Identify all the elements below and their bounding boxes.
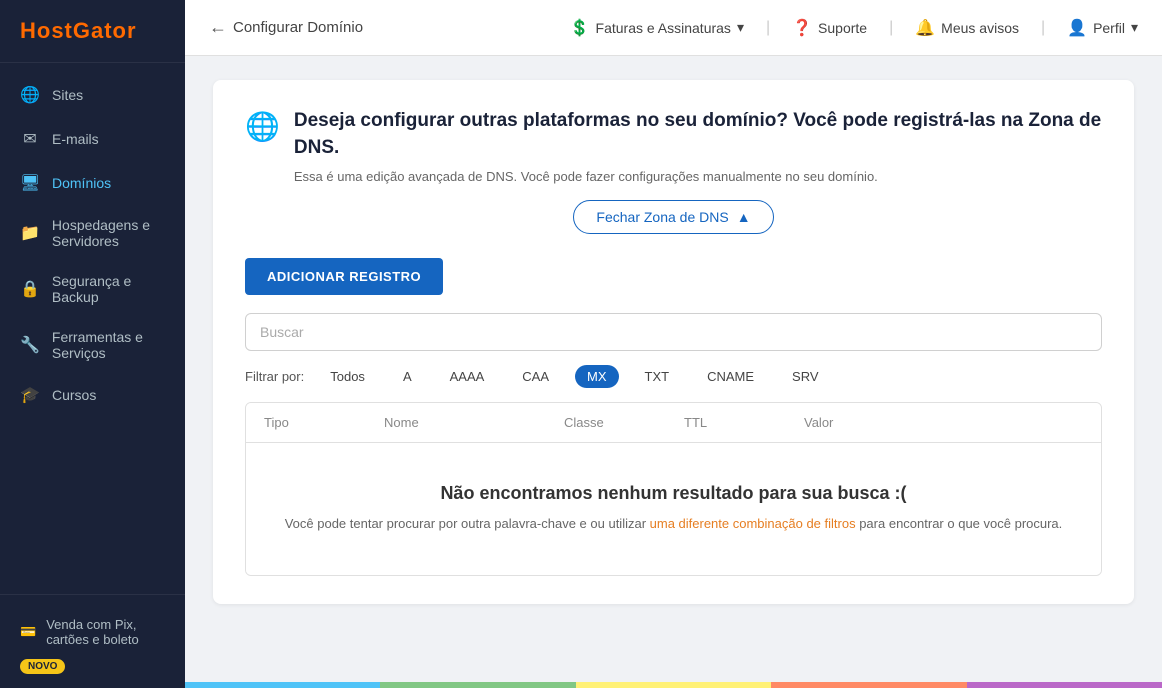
user-icon: 👤 — [1067, 18, 1087, 38]
sidebar-label-emails: E-mails — [52, 131, 99, 147]
suporte-icon: ❓ — [792, 18, 812, 38]
sidebar-label-seguranca: Segurança e Backup — [52, 273, 165, 305]
divider1: | — [766, 19, 770, 37]
empty-message: Você pode tentar procurar por outra pala… — [266, 514, 1081, 535]
dns-zone-btn-wrap: Fechar Zona de DNS ▲ — [245, 200, 1102, 234]
filter-chip-aaaa[interactable]: AAAA — [438, 365, 497, 388]
sidebar-item-hospedagens[interactable]: 📁 Hospedagens e Servidores — [0, 205, 185, 261]
sites-icon: 🌐 — [20, 85, 40, 105]
back-arrow-icon: ← — [209, 17, 227, 38]
sidebar-item-seguranca[interactable]: 🔒 Segurança e Backup — [0, 261, 185, 317]
sidebar-promo-item[interactable]: 💳 Venda com Pix, cartões e boleto — [20, 609, 165, 655]
footer-seg-4 — [771, 682, 966, 688]
add-record-button[interactable]: ADICIONAR REGISTRO — [245, 258, 443, 295]
dns-table: Tipo Nome Classe TTL Valor Não encontram… — [245, 402, 1102, 576]
footer-seg-1 — [185, 682, 380, 688]
filter-chip-caa[interactable]: CAA — [510, 365, 561, 388]
faturas-chevron-icon: ▾ — [737, 19, 744, 36]
novo-badge: NOVO — [20, 659, 65, 674]
topbar-actions: 💲 Faturas e Assinaturas ▾ | ❓ Suporte | … — [570, 18, 1138, 38]
app-logo: HostGator — [0, 0, 185, 63]
sidebar-label-ferramentas: Ferramentas e Serviços — [52, 329, 165, 361]
sidebar-item-cursos[interactable]: 🎓 Cursos — [0, 373, 185, 417]
perfil-label: Perfil — [1093, 20, 1125, 36]
footer-seg-2 — [380, 682, 575, 688]
content-area: 🌐 Deseja configurar outras plataformas n… — [185, 56, 1162, 682]
close-dns-zone-label: Fechar Zona de DNS — [596, 209, 728, 225]
divider3: | — [1041, 19, 1045, 37]
globe-icon: 🌐 — [245, 110, 280, 143]
seguranca-icon: 🔒 — [20, 279, 40, 299]
col-valor: Valor — [804, 415, 1083, 430]
footer-bar — [185, 682, 1162, 688]
filter-chip-txt[interactable]: TXT — [633, 365, 682, 388]
sidebar: HostGator 🌐 Sites ✉ E-mails 🖥 Domínios 📁… — [0, 0, 185, 688]
sidebar-item-emails[interactable]: ✉ E-mails — [0, 117, 185, 161]
faturas-label: Faturas e Assinaturas — [596, 20, 731, 36]
sidebar-item-dominios[interactable]: 🖥 Domínios — [0, 161, 185, 205]
avisos-label: Meus avisos — [941, 20, 1019, 36]
filter-label: Filtrar por: — [245, 369, 304, 384]
col-nome: Nome — [384, 415, 564, 430]
ferramentas-icon: 🔧 — [20, 335, 40, 355]
faturas-action[interactable]: 💲 Faturas e Assinaturas ▾ — [570, 18, 744, 38]
sidebar-label-hospedagens: Hospedagens e Servidores — [52, 217, 165, 249]
col-tipo: Tipo — [264, 415, 384, 430]
filter-chip-cname[interactable]: CNAME — [695, 365, 766, 388]
perfil-chevron-icon: ▾ — [1131, 19, 1138, 36]
emails-icon: ✉ — [20, 129, 40, 149]
footer-seg-3 — [576, 682, 771, 688]
empty-title: Não encontramos nenhum resultado para su… — [266, 483, 1081, 504]
divider2: | — [889, 19, 893, 37]
table-empty-state: Não encontramos nenhum resultado para su… — [246, 443, 1101, 575]
search-wrap — [245, 313, 1102, 351]
suporte-label: Suporte — [818, 20, 867, 36]
back-button[interactable]: ← Configurar Domínio — [209, 17, 363, 38]
sidebar-item-sites[interactable]: 🌐 Sites — [0, 73, 185, 117]
chevron-up-icon: ▲ — [737, 209, 751, 225]
col-ttl: TTL — [684, 415, 804, 430]
logo-text: HostGator — [20, 18, 137, 43]
footer-seg-5 — [967, 682, 1162, 688]
perfil-action[interactable]: 👤 Perfil ▾ — [1067, 18, 1138, 38]
table-header: Tipo Nome Classe TTL Valor — [246, 403, 1101, 443]
filter-bar: Filtrar por: TodosAAAAACAAMXTXTCNAMESRV — [245, 365, 1102, 388]
filter-chip-mx[interactable]: MX — [575, 365, 619, 388]
banner-title: Deseja configurar outras plataformas no … — [294, 108, 1102, 161]
bell-icon: 🔔 — [915, 18, 935, 38]
sidebar-item-ferramentas[interactable]: 🔧 Ferramentas e Serviços — [0, 317, 185, 373]
sidebar-label-sites: Sites — [52, 87, 83, 103]
filter-chip-a[interactable]: A — [391, 365, 424, 388]
main-area: ← Configurar Domínio 💲 Faturas e Assinat… — [185, 0, 1162, 688]
cursos-icon: 🎓 — [20, 385, 40, 405]
topbar: ← Configurar Domínio 💲 Faturas e Assinat… — [185, 0, 1162, 56]
search-input[interactable] — [245, 313, 1102, 351]
filter-chip-todos[interactable]: Todos — [318, 365, 377, 388]
promo-label: Venda com Pix, cartões e boleto — [46, 617, 165, 647]
faturas-icon: 💲 — [570, 18, 590, 38]
sidebar-label-dominios: Domínios — [52, 175, 111, 191]
dominios-icon: 🖥 — [20, 173, 40, 193]
avisos-action[interactable]: 🔔 Meus avisos — [915, 18, 1019, 38]
sidebar-bottom[interactable]: 💳 Venda com Pix, cartões e boleto NOVO — [0, 594, 185, 688]
dns-banner-text: Deseja configurar outras plataformas no … — [294, 108, 1102, 184]
dns-banner: 🌐 Deseja configurar outras plataformas n… — [245, 108, 1102, 184]
dns-card: 🌐 Deseja configurar outras plataformas n… — [213, 80, 1134, 604]
banner-subtitle: Essa é uma edição avançada de DNS. Você … — [294, 169, 1102, 184]
suporte-action[interactable]: ❓ Suporte — [792, 18, 867, 38]
sidebar-label-cursos: Cursos — [52, 387, 96, 403]
close-dns-zone-button[interactable]: Fechar Zona de DNS ▲ — [573, 200, 773, 234]
promo-icon: 💳 — [20, 624, 36, 640]
filter-chip-srv[interactable]: SRV — [780, 365, 831, 388]
col-classe: Classe — [564, 415, 684, 430]
sidebar-nav: 🌐 Sites ✉ E-mails 🖥 Domínios 📁 Hospedage… — [0, 63, 185, 594]
hospedagens-icon: 📁 — [20, 223, 40, 243]
back-label: Configurar Domínio — [233, 19, 363, 36]
